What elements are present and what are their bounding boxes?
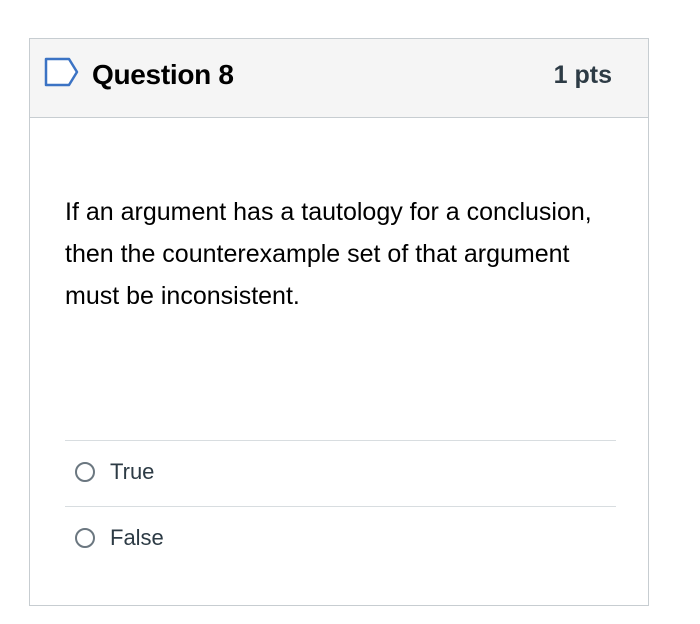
answer-option-true[interactable]: True: [65, 440, 616, 506]
question-text: If an argument has a tautology for a con…: [65, 198, 592, 310]
answer-option-false[interactable]: False: [65, 506, 616, 572]
question-header: Question 8 1 pts: [30, 39, 648, 118]
question-points: 1 pts: [553, 61, 612, 89]
flag-question-icon[interactable]: [44, 57, 80, 87]
answer-label-false: False: [110, 525, 164, 550]
answer-list: True False: [65, 440, 616, 572]
question-title: Question 8: [92, 59, 234, 90]
radio-button-false[interactable]: [75, 528, 95, 548]
radio-button-true[interactable]: [75, 462, 95, 482]
question-card: Question 8 1 pts If an argument has a ta…: [29, 38, 649, 606]
answer-label-true: True: [110, 459, 155, 484]
